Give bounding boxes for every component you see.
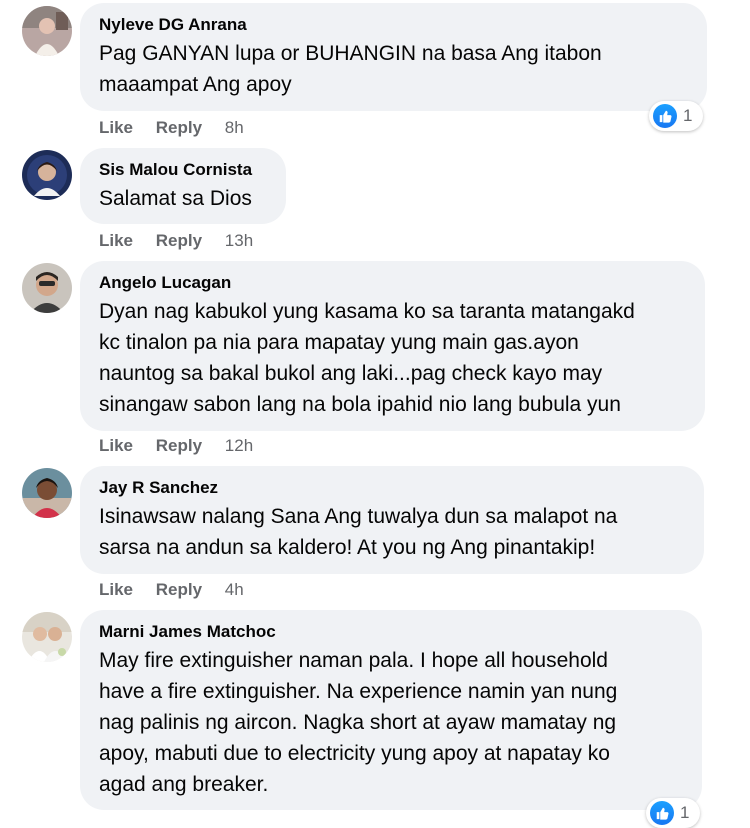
comment-text-line: nauntog sa bakal bukol ang laki...pag ch… [99, 362, 603, 385]
comment-text: Salamat sa Dios [99, 183, 267, 214]
comment-text: May fire extinguisher naman pala. I hope… [99, 645, 683, 800]
comment-author[interactable]: Sis Malou Cornista [99, 159, 267, 181]
avatar[interactable] [22, 468, 72, 518]
reply-button[interactable]: Reply [156, 231, 202, 250]
like-thumb-icon [650, 801, 674, 825]
avatar[interactable] [22, 612, 72, 662]
comment-text-line: apoy, mabuti due to electricity yung apo… [99, 742, 610, 765]
comment-timestamp[interactable]: 8h [225, 118, 244, 137]
comment-text-line: Dyan nag kabukol yung kasama ko sa taran… [99, 300, 635, 323]
reply-button[interactable]: Reply [156, 436, 202, 455]
comment-bubble: Jay R Sanchez Isinawsaw nalang Sana Ang … [80, 466, 704, 574]
reply-button[interactable]: Reply [156, 580, 202, 599]
comment-text-line: sarsa na andun sa kaldero! At you ng Ang… [99, 536, 596, 559]
comment-author[interactable]: Nyleve DG Anrana [99, 14, 688, 36]
reply-button[interactable]: Reply [156, 118, 202, 137]
comment-timestamp[interactable]: 12h [225, 436, 253, 455]
comment-text-line: Pag GANYAN lupa or BUHANGIN na basa Ang … [99, 42, 602, 65]
like-button[interactable]: Like [99, 436, 133, 455]
avatar[interactable] [22, 6, 72, 56]
comment-author[interactable]: Angelo Lucagan [99, 272, 686, 294]
comment-actions: Like Reply 12h [99, 435, 253, 457]
like-button[interactable]: Like [99, 580, 133, 599]
like-thumb-icon [653, 104, 677, 128]
reaction-count: 1 [680, 803, 690, 822]
comment-text-line: kc tinalon pa nia para mapatay yung main… [99, 331, 579, 354]
like-button[interactable]: Like [99, 231, 133, 250]
comment-text: Pag GANYAN lupa or BUHANGIN na basa Ang … [99, 38, 688, 100]
reaction-summary[interactable]: 1 [649, 101, 703, 131]
comment-timestamp[interactable]: 13h [225, 231, 253, 250]
reaction-summary[interactable]: 1 [646, 798, 700, 828]
comment-text: Dyan nag kabukol yung kasama ko sa taran… [99, 296, 686, 420]
avatar[interactable] [22, 263, 72, 313]
comment-author[interactable]: Marni James Matchoc [99, 621, 683, 643]
comment-text-line: sinangaw sabon lang na bola ipahid nio l… [99, 393, 621, 416]
comment-bubble: Angelo Lucagan Dyan nag kabukol yung kas… [80, 261, 705, 431]
comment-bubble: Nyleve DG Anrana Pag GANYAN lupa or BUHA… [80, 3, 707, 111]
comment-text-line: maaampat Ang apoy [99, 73, 292, 96]
comment-actions: Like Reply 13h [99, 230, 253, 252]
comment-text-line: Salamat sa Dios [99, 187, 252, 210]
comment-text-line: have a fire extinguisher. Na experience … [99, 680, 618, 703]
comment-bubble: Marni James Matchoc May fire extinguishe… [80, 610, 702, 810]
comment-actions: Like Reply 4h [99, 579, 244, 601]
comment-text-line: May fire extinguisher naman pala. I hope… [99, 649, 608, 672]
comment-text-line: nag palinis ng aircon. Nagka short at ay… [99, 711, 617, 734]
comment-text: Isinawsaw nalang Sana Ang tuwalya dun sa… [99, 501, 685, 563]
comment-text-line: agad ang breaker. [99, 773, 269, 796]
like-button[interactable]: Like [99, 118, 133, 137]
comment-actions: Like Reply 8h [99, 117, 244, 139]
comment-text-line: Isinawsaw nalang Sana Ang tuwalya dun sa… [99, 505, 618, 528]
avatar[interactable] [22, 150, 72, 200]
comment-author[interactable]: Jay R Sanchez [99, 477, 685, 499]
comment-bubble: Sis Malou Cornista Salamat sa Dios [80, 148, 286, 224]
reaction-count: 1 [683, 106, 693, 125]
comment-timestamp[interactable]: 4h [225, 580, 244, 599]
